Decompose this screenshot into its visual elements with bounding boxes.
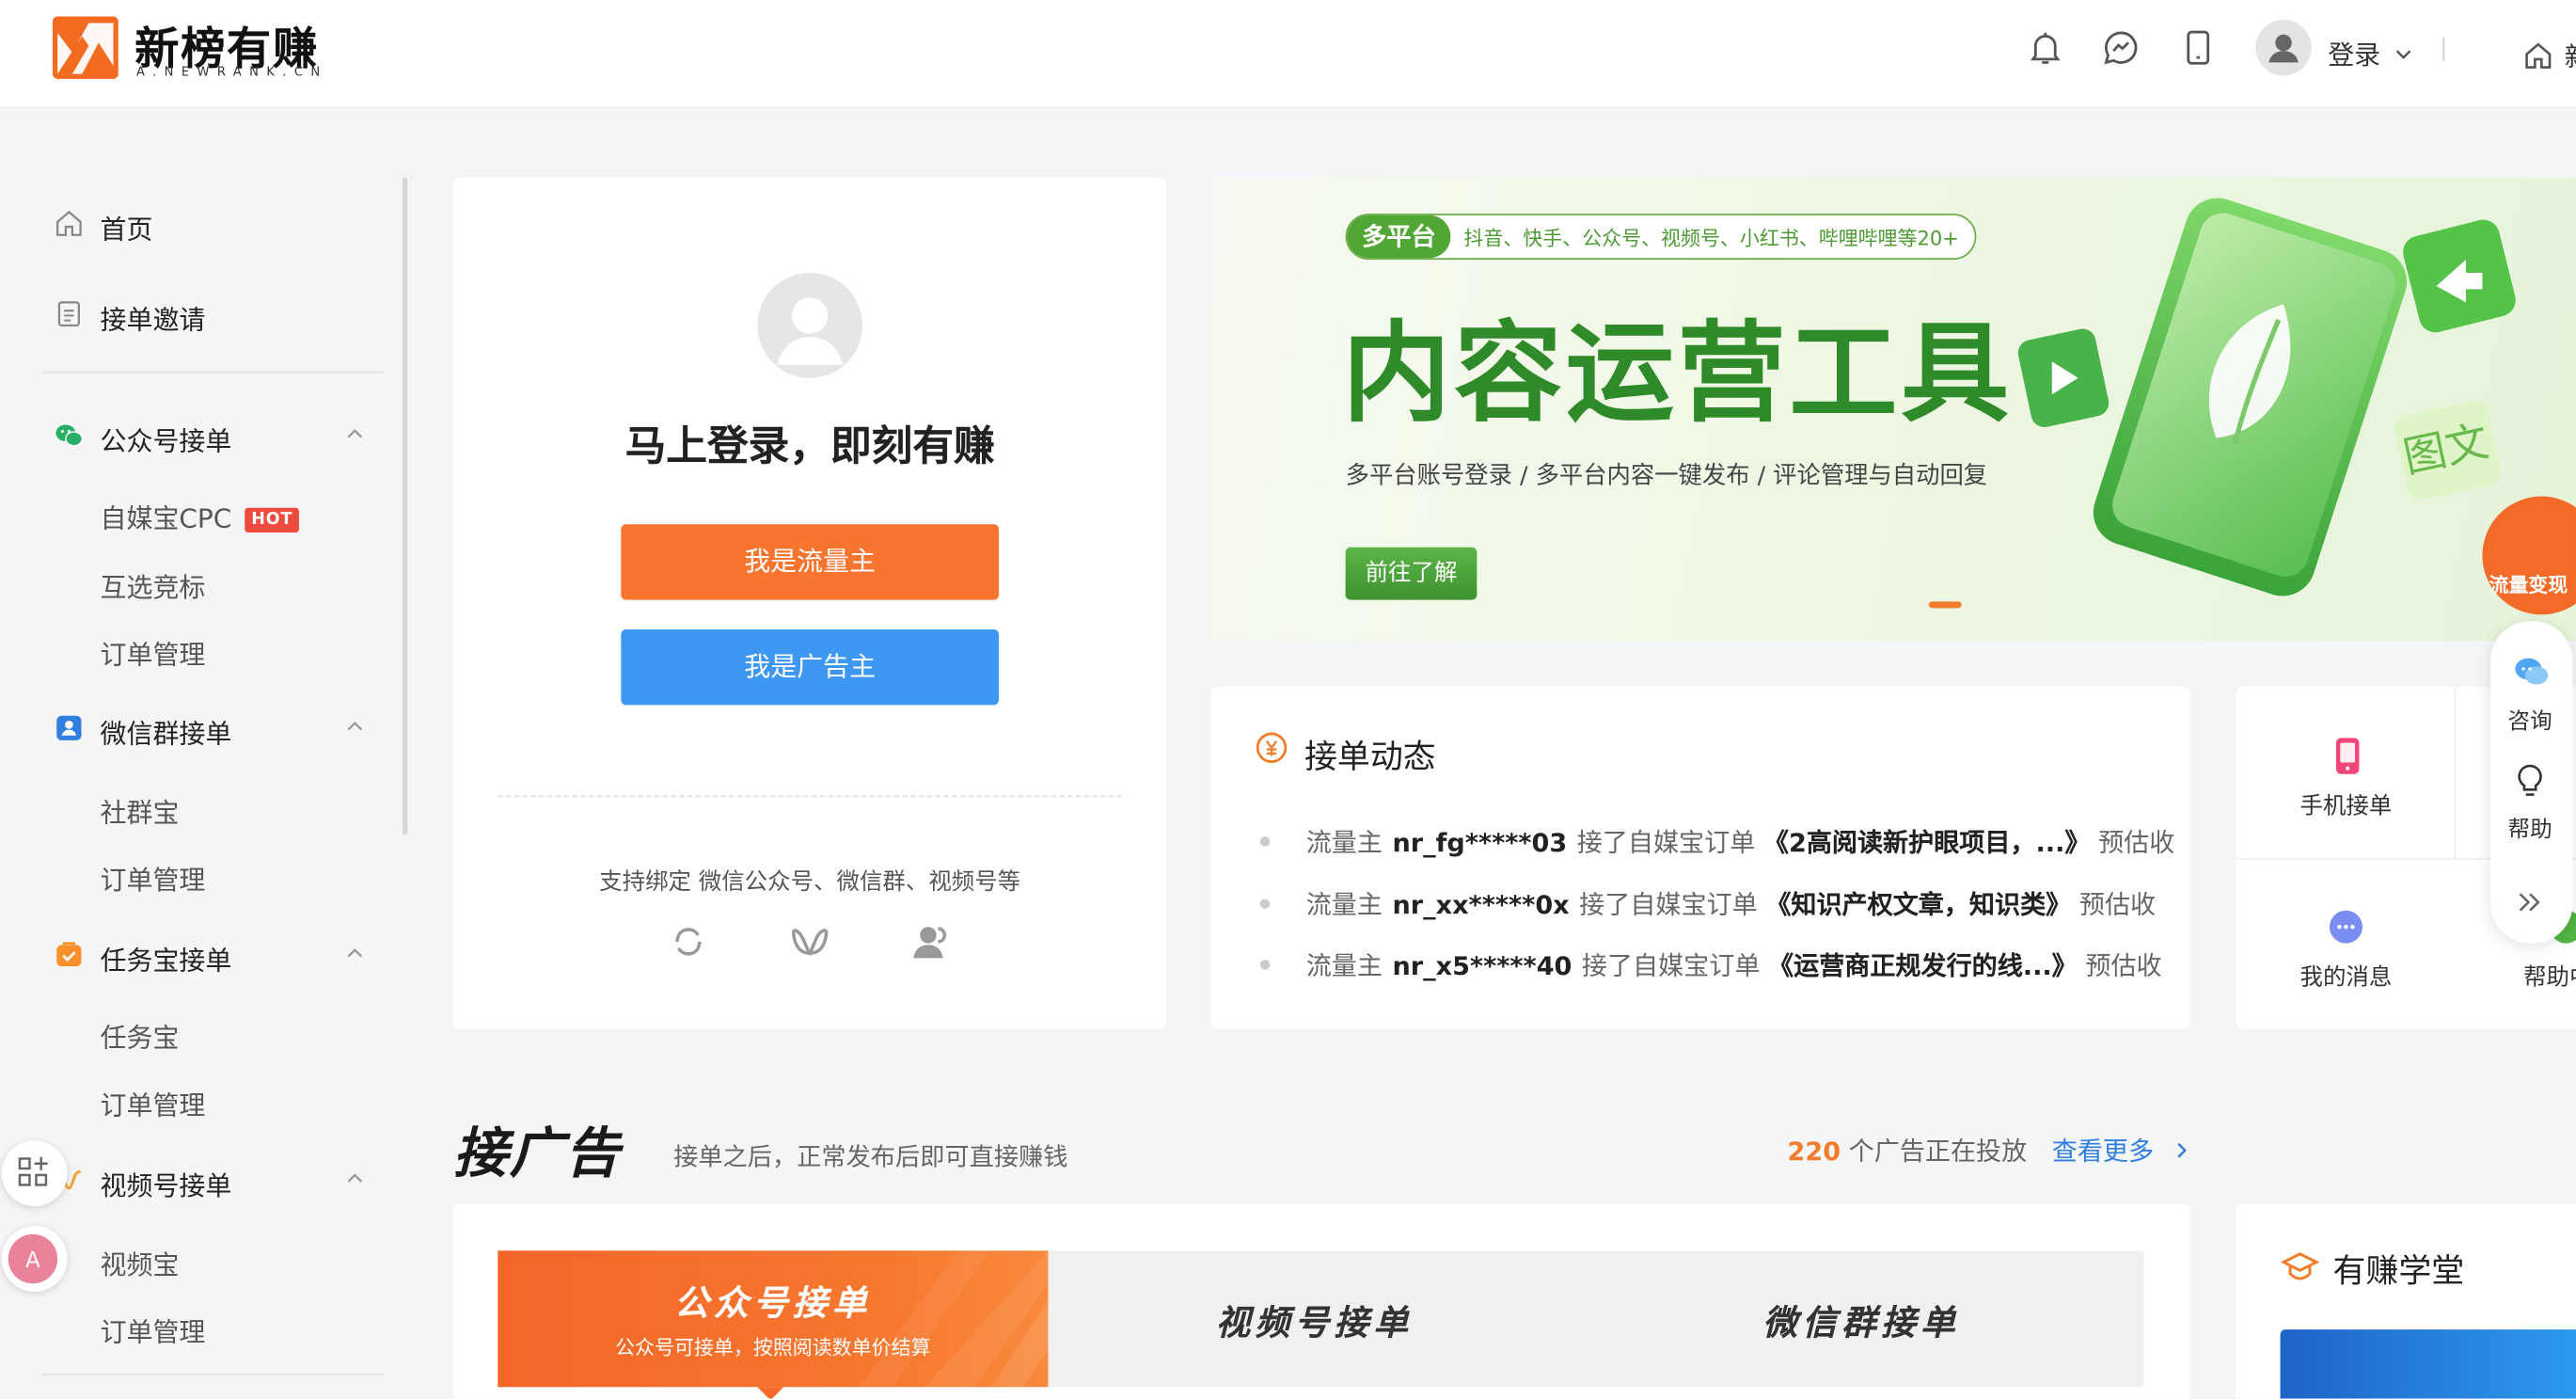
chevron-right-icon	[2177, 1142, 2187, 1158]
ad-section-title: 接广告	[453, 1121, 622, 1185]
sidebar-item-orders[interactable]: 订单管理	[101, 858, 206, 898]
divider	[498, 795, 1123, 798]
logo-icon[interactable]	[52, 16, 119, 79]
side-float-panel: 咨询 帮助	[2490, 621, 2573, 944]
active-tab-pointer	[757, 1387, 784, 1399]
banner-subtitle: 多平台账号登录 / 多平台内容一键发布 / 评论管理与自动回复	[1345, 463, 1988, 490]
apps-widget-button[interactable]	[1, 1140, 68, 1207]
task-icon	[56, 942, 82, 967]
feed-row[interactable]: 流量主 nr_fg*****03 接了自媒宝订单 《2高阅读新护眼项目，...》 预…	[1259, 823, 2174, 859]
wechat-group-icon[interactable]	[910, 922, 950, 962]
order-type-tabs: 公众号接单 公众号可接单，按照阅读数单价结算 视频号接单 微信群接单	[498, 1250, 2144, 1388]
feed-title: 接单动态	[1304, 736, 1436, 776]
platform-pill: 多平台 抖音、快手、公众号、视频号、小红书、哔哩哔哩等20+	[1345, 214, 1978, 260]
login-card: 马上登录，即刻有赚 我是流量主 我是广告主 支持绑定 微信公众号、微信群、视频号…	[453, 177, 1167, 1029]
svg-text:A: A	[25, 1248, 40, 1273]
wechat-official-icon[interactable]	[669, 922, 708, 962]
group-icon	[56, 715, 82, 740]
help-center-label[interactable]: 帮助中	[2523, 960, 2576, 993]
chevron-up-icon[interactable]	[343, 715, 366, 738]
graduation-cap-icon	[2280, 1249, 2320, 1285]
mobile-order-label[interactable]: 手机接单	[2300, 788, 2393, 821]
chevron-up-icon[interactable]	[343, 942, 366, 964]
avatar[interactable]	[2255, 19, 2312, 76]
feed-row[interactable]: 流量主 nr_xx*****0x 接了自媒宝订单 《知识产权文章，知识类》 预估收	[1259, 886, 2156, 922]
consult-icon[interactable]	[2514, 656, 2550, 689]
collapse-icon[interactable]	[2515, 889, 2544, 915]
document-icon	[57, 301, 80, 327]
home-icon	[56, 210, 82, 236]
avatar-placeholder-icon	[757, 272, 863, 378]
banner-title: 内容运营工具	[1342, 310, 2013, 437]
apps-icon	[18, 1156, 48, 1186]
translate-icon: A	[8, 1233, 58, 1284]
lightbulb-icon[interactable]	[2514, 763, 2547, 799]
hot-badge: HOT	[245, 507, 300, 533]
sidebar-item-orders[interactable]: 订单管理	[101, 1310, 206, 1349]
advertiser-button[interactable]: 我是广告主	[621, 629, 1000, 706]
yuan-icon	[1256, 731, 1288, 764]
top-bar: 新榜有赚 A.NEWRANK.CN 登录 新榜	[0, 0, 2576, 109]
chevron-up-icon[interactable]	[343, 422, 366, 445]
view-more-link[interactable]: 查看更多	[2052, 1133, 2191, 1168]
order-feed-card: 接单动态 流量主 nr_fg*****03 接了自媒宝订单 《2高阅读新护眼项目，.…	[1210, 687, 2190, 1029]
chevron-up-icon[interactable]	[343, 1167, 366, 1189]
chevron-down-icon	[2395, 50, 2411, 59]
sidebar-item-cpc[interactable]: 自媒宝CPC HOT	[101, 497, 300, 536]
support-text: 支持绑定 微信公众号、微信群、视频号等	[599, 869, 1021, 897]
my-messages-label[interactable]: 我的消息	[2300, 960, 2393, 993]
sidebar-item-orders[interactable]: 订单管理	[101, 633, 206, 673]
corner-badge-text: 流量变现	[2489, 574, 2568, 596]
sidebar-item-shequnbao[interactable]: 社群宝	[101, 790, 180, 830]
tab-wechat-group[interactable]: 微信群接单	[1762, 1296, 1960, 1345]
feed-row[interactable]: 流量主 nr_x5*****40 接了自媒宝订单 《运营商正规发行的线...》 预估…	[1259, 946, 2162, 982]
tab-video-channel[interactable]: 视频号接单	[1216, 1296, 1414, 1345]
help-label[interactable]: 帮助	[2490, 810, 2569, 843]
translate-widget-button[interactable]: A	[1, 1226, 68, 1292]
message-icon[interactable]	[2328, 909, 2363, 945]
school-thumbnail[interactable]	[2280, 1329, 2576, 1399]
school-card: 有赚学堂	[2236, 1204, 2576, 1399]
carousel-indicator[interactable]	[1928, 601, 1962, 609]
learn-more-button[interactable]: 前往了解	[1345, 547, 1478, 600]
bell-icon[interactable]	[2026, 28, 2065, 68]
video-channel-icon[interactable]	[788, 922, 830, 962]
logo-subtext: A.NEWRANK.CN	[135, 64, 328, 79]
wechat-icon	[55, 424, 84, 447]
sidebar-item-orders[interactable]: 订单管理	[101, 1083, 206, 1122]
chat-icon[interactable]	[2101, 28, 2141, 68]
sidebar-item-bidding[interactable]: 互选竞标	[101, 565, 206, 605]
consult-label[interactable]: 咨询	[2490, 702, 2569, 735]
promo-banner[interactable]: 多平台 抖音、快手、公众号、视频号、小红书、哔哩哔哩等20+ 内容运营工具 多平台…	[1210, 177, 2576, 642]
mobile-icon[interactable]	[2178, 28, 2218, 68]
sidebar-item-renwubao[interactable]: 任务宝	[101, 1016, 180, 1056]
sidebar-divider	[42, 1374, 385, 1376]
sidebar-divider	[42, 371, 385, 374]
login-title: 马上登录，即刻有赚	[624, 421, 995, 470]
school-title: 有赚学堂	[2332, 1250, 2465, 1291]
home-link[interactable]: 新榜	[2521, 35, 2576, 74]
sidebar-item-shipinbao[interactable]: 视频宝	[101, 1243, 180, 1282]
page: 新榜有赚 A.NEWRANK.CN 登录 新榜 首页 接单邀请 公众	[0, 0, 2576, 1399]
tab-wechat-official[interactable]: 公众号接单 公众号可接单，按照阅读数单价结算	[498, 1250, 1049, 1388]
mobile-order-icon[interactable]	[2330, 737, 2365, 776]
divider	[2454, 687, 2457, 858]
header-divider	[2442, 38, 2445, 61]
leaf-tablet-illustration: 图文 流量变现	[2017, 198, 2576, 615]
ad-section-subtitle: 接单之后，正常发布后即可直接赚钱	[673, 1142, 1068, 1172]
traffic-owner-button[interactable]: 我是流量主	[621, 524, 1000, 600]
login-link[interactable]: 登录	[2328, 33, 2413, 72]
sidebar-scrollbar[interactable]	[402, 177, 408, 835]
ad-count: 220 个广告正在投放	[1787, 1137, 2028, 1168]
home-icon	[2525, 42, 2552, 69]
